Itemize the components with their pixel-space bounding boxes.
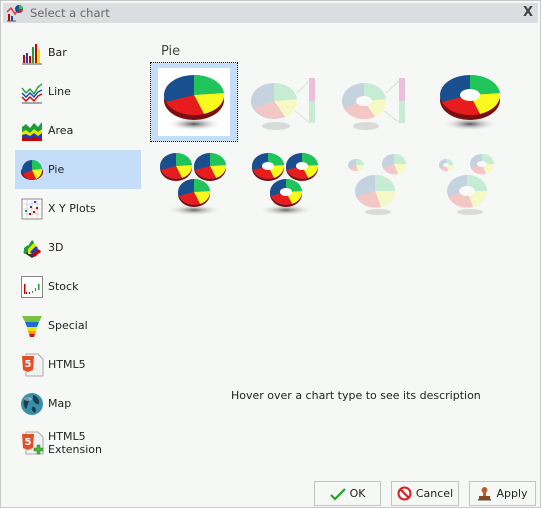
close-button[interactable]: X: [523, 5, 533, 20]
sidebar-item-html5-extension[interactable]: 5 HTML5 Extension: [15, 423, 141, 462]
sidebar-item-area[interactable]: Area: [15, 111, 141, 150]
ring-bar-thumbnail-icon: [342, 78, 405, 130]
sidebar-item-stock[interactable]: Stock: [15, 267, 141, 306]
sidebar-item-label: HTML5 Extension: [48, 429, 103, 456]
chart-type-multi-pie[interactable]: [151, 145, 237, 223]
bar-chart-icon: [22, 43, 42, 64]
chart-type-proportional-multi-pie[interactable]: [335, 145, 421, 223]
section-title: Pie: [161, 44, 181, 59]
description-hint: Hover over a chart type to see its descr…: [231, 389, 481, 402]
sidebar-item-label: Map: [48, 397, 72, 410]
sidebar-item-label: Bar: [48, 46, 67, 59]
svg-text:5: 5: [25, 437, 32, 448]
multi-ring-thumbnail-icon: [252, 152, 319, 216]
sidebar-item-map[interactable]: Map: [15, 384, 141, 423]
ok-button[interactable]: OK: [314, 481, 381, 506]
chart-type-multi-ring[interactable]: [243, 145, 329, 223]
pie-thumbnail-icon: [164, 74, 225, 131]
ring-thumbnail-icon: [440, 74, 501, 131]
cancel-label: Cancel: [415, 487, 454, 500]
stock-chart-icon: [21, 275, 43, 298]
proportional-pie-thumbnail-icon: [348, 154, 407, 215]
chart-app-icon: [6, 5, 23, 22]
apply-button[interactable]: Apply: [469, 481, 536, 506]
cancel-button[interactable]: Cancel: [391, 481, 459, 506]
html5-extension-icon: 5: [22, 431, 44, 454]
area-chart-icon: [22, 121, 42, 141]
funnel-chart-icon: [22, 315, 42, 337]
sidebar-item-line[interactable]: Line: [15, 72, 141, 111]
select-chart-dialog: Select a chart X Bar Line Area Pie X Y P…: [0, 0, 541, 508]
sidebar-item-pie[interactable]: Pie: [15, 150, 141, 189]
chart-category-list: Bar Line Area Pie X Y Plots 3D Stock Spe…: [15, 33, 141, 462]
pie-chart-icon: [21, 159, 43, 180]
sidebar-item-label: Stock: [48, 280, 79, 293]
sidebar-item-label: Pie: [48, 163, 65, 176]
chart-type-pie-with-bar[interactable]: [243, 63, 329, 141]
html5-icon: 5: [22, 353, 44, 376]
ok-label: OK: [349, 487, 366, 500]
sidebar-item-label: Area: [48, 124, 74, 137]
chart-type-ring-with-bar[interactable]: [335, 63, 421, 141]
title-bar: Select a chart X: [3, 3, 538, 23]
sidebar-item-label: X Y Plots: [48, 202, 96, 215]
sidebar-item-special[interactable]: Special: [15, 306, 141, 345]
svg-text:5: 5: [25, 359, 32, 370]
stamp-icon: [478, 487, 492, 501]
sidebar-item-label: Line: [48, 85, 71, 98]
checkmark-icon: [329, 487, 346, 501]
sidebar-item-label: HTML5: [48, 358, 86, 371]
chart-type-pie[interactable]: [150, 62, 238, 142]
multi-pie-thumbnail-icon: [160, 152, 227, 216]
chart-type-proportional-multi-ring[interactable]: [427, 145, 513, 223]
sidebar-item-label: 3D: [48, 241, 64, 254]
cancel-icon: [397, 486, 412, 501]
chart-type-ring[interactable]: [427, 63, 513, 141]
scatter-plot-icon: [21, 198, 43, 219]
3d-chart-icon: [23, 239, 41, 258]
line-chart-icon: [21, 82, 43, 103]
dialog-title: Select a chart: [30, 6, 110, 20]
pie-bar-thumbnail-icon: [251, 78, 315, 130]
proportional-ring-thumbnail-icon: [439, 154, 495, 215]
sidebar-item-bar[interactable]: Bar: [15, 33, 141, 72]
apply-label: Apply: [496, 487, 528, 500]
sidebar-item-html5[interactable]: 5 HTML5: [15, 345, 141, 384]
sidebar-item-3d[interactable]: 3D: [15, 228, 141, 267]
sidebar-item-label: Special: [48, 319, 88, 332]
globe-icon: [21, 392, 43, 415]
sidebar-item-xy-plots[interactable]: X Y Plots: [15, 189, 141, 228]
